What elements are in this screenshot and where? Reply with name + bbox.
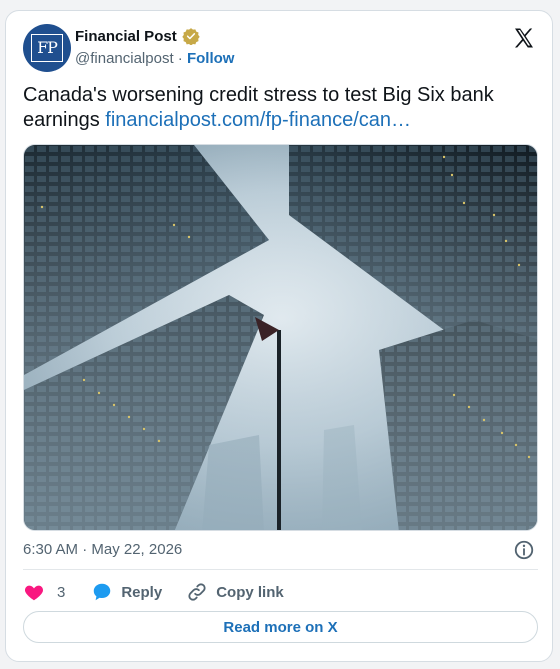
follow-button[interactable]: Follow [187, 50, 235, 67]
link-icon [188, 583, 206, 601]
read-more-button[interactable]: Read more on X [23, 611, 538, 643]
like-button[interactable]: 3 [23, 581, 65, 603]
copy-link-button[interactable]: Copy link [186, 581, 284, 603]
copy-link-label: Copy link [216, 583, 284, 601]
reply-bubble-icon [94, 583, 111, 601]
divider [23, 569, 538, 570]
author-handle[interactable]: @financialpost [75, 50, 174, 67]
verified-badge-icon [182, 28, 200, 45]
tweet-image[interactable] [23, 144, 538, 531]
author-name[interactable]: Financial Post [75, 28, 177, 45]
avatar[interactable]: FP [23, 24, 71, 72]
tweet-timestamp[interactable]: 6:30 AM · May 22, 2026 [23, 541, 182, 558]
heart-icon [24, 585, 44, 601]
tweet-link[interactable]: financialpost.com/fp-finance/can… [105, 109, 411, 131]
tweet-text: Canada's worsening credit stress to test… [23, 83, 533, 133]
info-icon[interactable] [513, 539, 535, 561]
reply-button[interactable]: Reply [91, 581, 162, 603]
avatar-logo: FP [31, 34, 63, 62]
author-name-row[interactable]: Financial Post [75, 27, 200, 45]
skyscrapers-photo [24, 145, 537, 530]
separator: · [177, 50, 183, 67]
action-bar: 3 Reply Copy link [23, 579, 284, 605]
like-count: 3 [57, 583, 66, 601]
x-logo-icon[interactable] [512, 26, 536, 50]
handle-row: @financialpost · Follow [75, 50, 234, 67]
reply-label: Reply [121, 583, 163, 601]
tweet-card: FP Financial Post @financialpost · Follo… [5, 10, 553, 662]
